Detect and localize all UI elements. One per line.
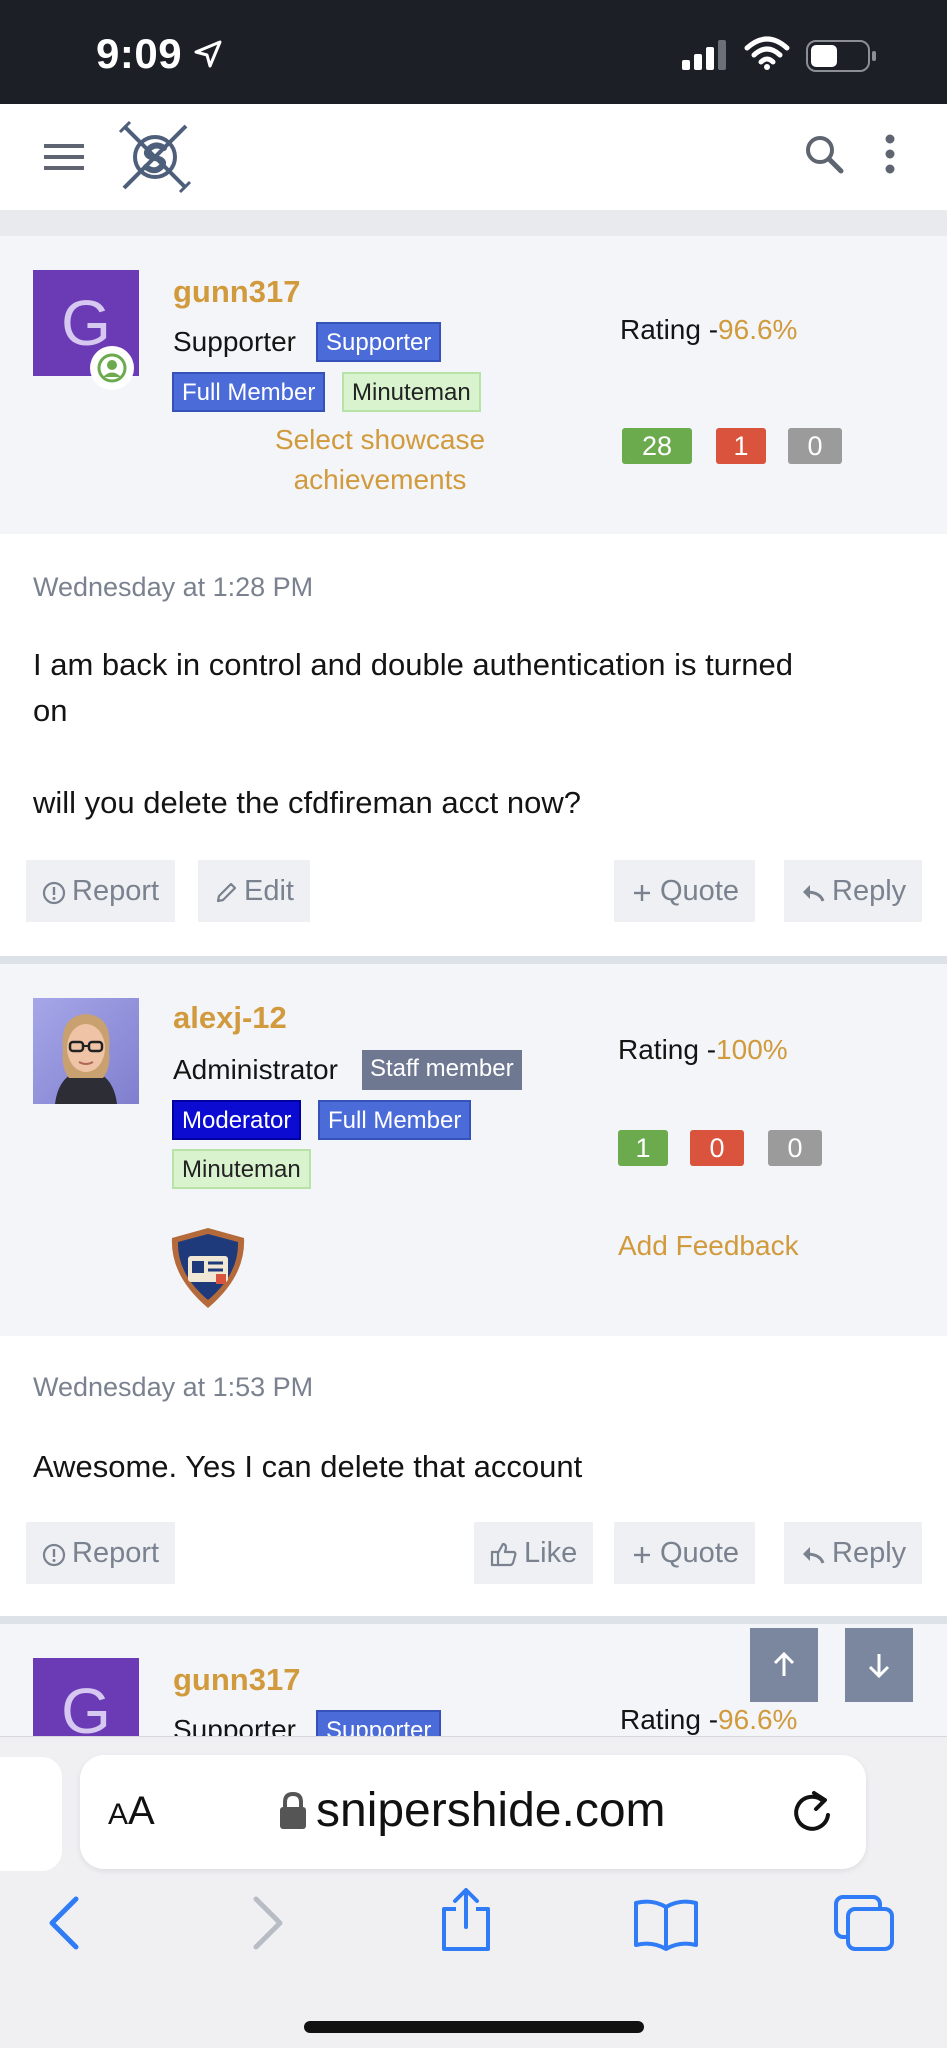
user-title: Administrator xyxy=(173,1054,338,1085)
user-title: Supporter xyxy=(173,326,296,357)
user-rating: Rating -100% xyxy=(618,1034,788,1065)
url-domain: snipershide.com xyxy=(316,1784,666,1837)
search-icon[interactable] xyxy=(804,134,844,179)
status-bar: 9:09 xyxy=(0,0,947,104)
address-bar[interactable]: AA snipershide.com xyxy=(80,1755,866,1869)
user-title: Supporter xyxy=(173,1714,296,1736)
achievement-shield-icon[interactable] xyxy=(168,1226,248,1315)
add-feedback-link[interactable]: Add Feedback xyxy=(618,1230,799,1262)
forward-icon[interactable] xyxy=(250,1895,286,1956)
user-badge-moderator: Moderator xyxy=(172,1100,302,1140)
hamburger-menu-icon[interactable] xyxy=(44,142,84,177)
post-date[interactable]: Wednesday at 1:28 PM xyxy=(33,572,313,603)
share-icon[interactable] xyxy=(440,1887,492,1958)
username[interactable]: gunn317 xyxy=(173,274,300,310)
plus-icon xyxy=(634,885,650,901)
post-divider xyxy=(0,1616,947,1624)
more-options-icon[interactable] xyxy=(884,134,896,179)
battery-icon xyxy=(806,40,878,77)
clipped-title-row: Supporter Supporter xyxy=(0,1710,947,1736)
avatar[interactable] xyxy=(33,998,139,1104)
browser-bottom-bar: AA snipershide.com xyxy=(0,1736,947,2048)
reload-icon[interactable] xyxy=(790,1789,834,1840)
edit-button[interactable]: Edit xyxy=(198,860,310,922)
post-divider xyxy=(0,956,947,964)
online-status-badge xyxy=(90,346,134,390)
back-icon[interactable] xyxy=(46,1895,82,1956)
user-badge-staff: Staff member xyxy=(362,1050,522,1090)
bookmarks-icon[interactable] xyxy=(632,1897,700,1956)
user-photo xyxy=(55,1014,117,1104)
neutral-score: 0 xyxy=(788,428,842,464)
arrow-down-icon xyxy=(868,1654,890,1678)
reply-arrow-icon xyxy=(803,885,825,902)
tabs-icon[interactable] xyxy=(832,1893,896,1958)
quote-button[interactable]: Quote xyxy=(614,860,755,922)
scroll-to-top-button[interactable] xyxy=(750,1628,818,1702)
user-rating: Rating -96.6% xyxy=(620,314,798,345)
reader-options-button[interactable]: AA xyxy=(108,1789,155,1834)
location-arrow-icon xyxy=(192,38,224,75)
user-circle-icon xyxy=(97,353,127,383)
reply-button[interactable]: Reply xyxy=(784,1522,923,1584)
user-badge-supporter: Supporter xyxy=(316,1710,442,1736)
arrow-up-icon xyxy=(773,1652,795,1676)
post-body: I am back in control and double authenti… xyxy=(33,647,793,820)
user-badge-full-member: Full Member xyxy=(318,1100,472,1140)
like-button[interactable]: Like xyxy=(474,1522,594,1584)
header-shadow-bar xyxy=(0,210,947,236)
user-badge-supporter: Supporter xyxy=(316,322,442,362)
home-indicator xyxy=(304,2021,644,2033)
user-badge-minuteman: Minuteman xyxy=(172,1149,311,1189)
negative-score: 0 xyxy=(690,1130,744,1166)
status-time: 9:09 xyxy=(96,30,183,77)
alert-circle-icon xyxy=(42,1543,66,1567)
user-badge-minuteman: Minuteman xyxy=(342,372,481,412)
post-body: Awesome. Yes I can delete that account xyxy=(33,1449,583,1484)
neutral-score: 0 xyxy=(768,1130,822,1166)
thumbs-up-icon xyxy=(490,1542,517,1567)
select-showcase-link[interactable]: Select showcase achievements xyxy=(250,420,510,500)
negative-score: 1 xyxy=(716,428,766,464)
post-date[interactable]: Wednesday at 1:53 PM xyxy=(33,1372,313,1403)
quote-button[interactable]: Quote xyxy=(614,1522,755,1584)
username[interactable]: alexj-12 xyxy=(173,1000,287,1036)
cellular-signal-icon xyxy=(682,40,730,75)
positive-score: 28 xyxy=(622,428,692,464)
reply-button[interactable]: Reply xyxy=(784,860,923,922)
positive-score: 1 xyxy=(618,1130,668,1166)
alert-circle-icon xyxy=(42,881,66,905)
pencil-icon xyxy=(216,882,237,903)
site-logo-icon[interactable] xyxy=(118,120,192,199)
plus-icon xyxy=(634,1547,650,1563)
user-rating: Rating -96.6% xyxy=(620,1704,798,1735)
report-button[interactable]: Report xyxy=(26,860,176,922)
app-bar xyxy=(0,104,947,210)
lock-icon xyxy=(278,1791,308,1836)
wifi-icon xyxy=(744,36,790,75)
scroll-to-bottom-button[interactable] xyxy=(845,1628,913,1702)
user-badge-full-member: Full Member xyxy=(172,372,326,412)
previous-tab-preview[interactable] xyxy=(0,1757,62,1871)
report-button[interactable]: Report xyxy=(26,1522,176,1584)
reply-arrow-icon xyxy=(803,1547,825,1564)
username[interactable]: gunn317 xyxy=(173,1662,300,1698)
